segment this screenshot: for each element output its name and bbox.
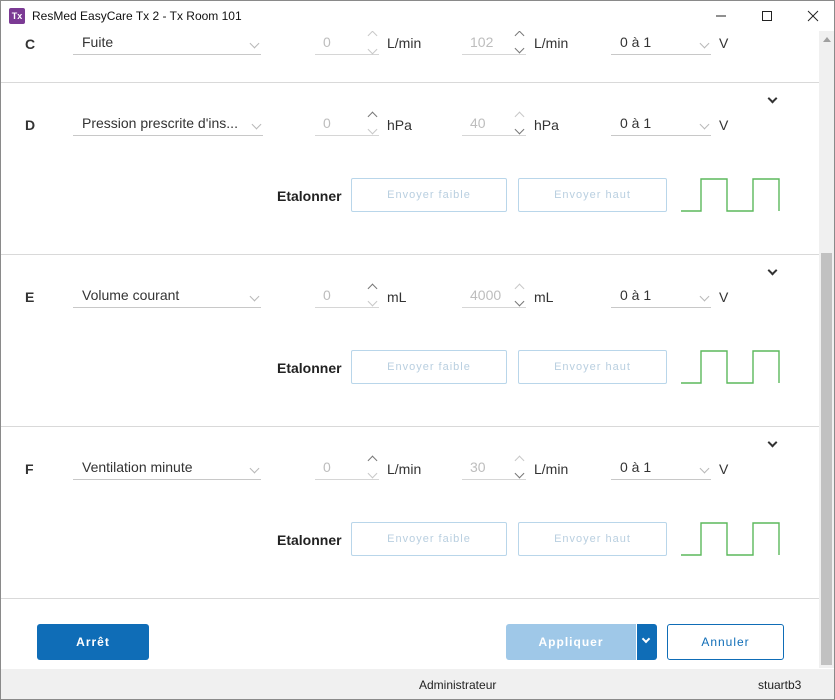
minimize-icon bbox=[716, 15, 726, 17]
action-footer: Arrêt Appliquer Annuler bbox=[1, 599, 819, 669]
app-window: Tx ResMed EasyCare Tx 2 - Tx Room 101 C … bbox=[0, 0, 835, 700]
window-title: ResMed EasyCare Tx 2 - Tx Room 101 bbox=[32, 9, 242, 23]
chevron-down-icon bbox=[699, 119, 710, 130]
channel-letter: F bbox=[25, 461, 34, 477]
signal-select[interactable]: Pression prescrite d'ins... bbox=[73, 112, 263, 136]
low-value: 0 bbox=[323, 287, 331, 303]
minimize-button[interactable] bbox=[698, 1, 744, 31]
low-value: 0 bbox=[323, 459, 331, 475]
apply-dropdown-button[interactable] bbox=[637, 624, 657, 660]
high-unit: mL bbox=[534, 289, 554, 305]
square-wave-icon bbox=[681, 350, 780, 384]
send-low-button[interactable]: Envoyer faible bbox=[351, 350, 507, 384]
high-value: 40 bbox=[470, 115, 486, 131]
voltage-range-select[interactable]: 0 à 1 bbox=[611, 31, 711, 55]
send-low-button[interactable]: Envoyer faible bbox=[351, 522, 507, 556]
voltage-range-value: 0 à 1 bbox=[620, 115, 652, 131]
close-button[interactable] bbox=[790, 1, 834, 31]
voltage-range-select[interactable]: 0 à 1 bbox=[611, 284, 711, 308]
voltage-range-value: 0 à 1 bbox=[620, 459, 652, 475]
collapse-chevron-icon[interactable] bbox=[767, 437, 778, 448]
app-logo-icon: Tx bbox=[9, 8, 25, 24]
signal-select[interactable]: Volume courant bbox=[73, 284, 261, 308]
close-icon bbox=[807, 10, 819, 22]
high-value: 30 bbox=[470, 459, 486, 475]
channel-letter: E bbox=[25, 289, 35, 305]
send-high-button[interactable]: Envoyer haut bbox=[518, 178, 667, 212]
voltage-range-value: 0 à 1 bbox=[620, 287, 652, 303]
low-unit: mL bbox=[387, 289, 407, 305]
user-role: Administrateur bbox=[419, 678, 497, 692]
voltage-unit: V bbox=[719, 289, 729, 305]
channels-panel: C Fuite 0 L/min 102 L/min 0 à 1 V D Pres… bbox=[1, 31, 819, 599]
low-unit: L/min bbox=[387, 35, 422, 51]
status-bar: Administrateur stuartb3 bbox=[1, 669, 834, 699]
low-unit: L/min bbox=[387, 461, 422, 477]
channel-row-f: F Ventilation minute 0 L/min 30 L/min 0 … bbox=[1, 427, 819, 599]
low-value: 0 bbox=[323, 34, 331, 50]
high-unit: hPa bbox=[534, 117, 559, 133]
square-wave-icon bbox=[681, 522, 780, 556]
channel-row-d: D Pression prescrite d'ins... 0 hPa 40 h… bbox=[1, 83, 819, 255]
high-unit: L/min bbox=[534, 35, 569, 51]
high-value: 102 bbox=[470, 34, 494, 50]
send-high-button[interactable]: Envoyer haut bbox=[518, 350, 667, 384]
chevron-down-icon bbox=[699, 38, 710, 49]
square-wave-icon bbox=[681, 178, 780, 212]
voltage-range-value: 0 à 1 bbox=[620, 34, 652, 50]
stop-button[interactable]: Arrêt bbox=[37, 624, 149, 660]
send-high-button[interactable]: Envoyer haut bbox=[518, 522, 667, 556]
channel-row-c: C Fuite 0 L/min 102 L/min 0 à 1 V bbox=[1, 31, 819, 83]
scrollbar-thumb[interactable] bbox=[821, 253, 832, 665]
voltage-unit: V bbox=[719, 117, 729, 133]
chevron-down-icon bbox=[251, 119, 262, 130]
chevron-down-icon bbox=[641, 634, 651, 644]
signal-select[interactable]: Fuite bbox=[73, 31, 261, 55]
maximize-icon bbox=[762, 11, 772, 21]
chevron-down-icon bbox=[249, 38, 260, 49]
cancel-button[interactable]: Annuler bbox=[667, 624, 784, 660]
voltage-unit: V bbox=[719, 461, 729, 477]
signal-select-value: Volume courant bbox=[82, 287, 180, 303]
signal-select-value: Pression prescrite d'ins... bbox=[82, 115, 238, 131]
username: stuartb3 bbox=[758, 678, 802, 692]
calibrate-label: Etalonner bbox=[277, 532, 342, 548]
collapse-chevron-icon[interactable] bbox=[767, 265, 778, 276]
apply-button[interactable]: Appliquer bbox=[506, 624, 636, 660]
voltage-range-select[interactable]: 0 à 1 bbox=[611, 112, 711, 136]
title-bar: Tx ResMed EasyCare Tx 2 - Tx Room 101 bbox=[1, 1, 834, 31]
calibrate-label: Etalonner bbox=[277, 188, 342, 204]
calibrate-label: Etalonner bbox=[277, 360, 342, 376]
high-value: 4000 bbox=[470, 287, 502, 303]
low-unit: hPa bbox=[387, 117, 412, 133]
collapse-chevron-icon[interactable] bbox=[767, 93, 778, 104]
chevron-down-icon bbox=[699, 291, 710, 302]
voltage-unit: V bbox=[719, 35, 729, 51]
high-unit: L/min bbox=[534, 461, 569, 477]
voltage-range-select[interactable]: 0 à 1 bbox=[611, 456, 711, 480]
send-low-button[interactable]: Envoyer faible bbox=[351, 178, 507, 212]
signal-select-value: Fuite bbox=[82, 34, 114, 50]
chevron-down-icon bbox=[249, 291, 260, 302]
scroll-up-icon[interactable] bbox=[823, 37, 831, 42]
chevron-down-icon bbox=[699, 463, 710, 474]
maximize-button[interactable] bbox=[744, 1, 790, 31]
signal-select[interactable]: Ventilation minute bbox=[73, 456, 261, 480]
low-value: 0 bbox=[323, 115, 331, 131]
vertical-scrollbar[interactable] bbox=[819, 31, 834, 668]
signal-select-value: Ventilation minute bbox=[82, 459, 193, 475]
channel-letter: C bbox=[25, 36, 36, 52]
channel-letter: D bbox=[25, 117, 36, 133]
channel-row-e: E Volume courant 0 mL 4000 mL 0 à 1 V Et… bbox=[1, 255, 819, 427]
chevron-down-icon bbox=[249, 463, 260, 474]
